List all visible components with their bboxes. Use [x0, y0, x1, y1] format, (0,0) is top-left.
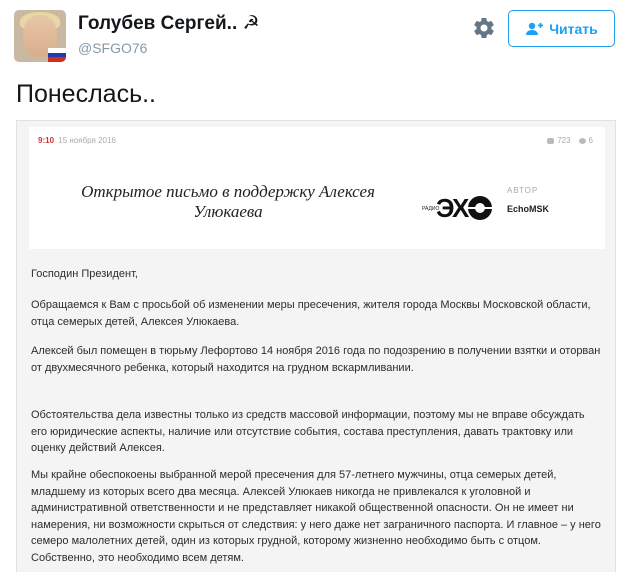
author-name[interactable]: EchoMSK: [507, 204, 549, 214]
russian-flag-icon: [48, 48, 66, 62]
svg-text:Х: Х: [452, 193, 470, 223]
gear-icon[interactable]: [472, 16, 496, 40]
letter-paragraph: Мы крайне обеспокоены выбранной мерой пр…: [31, 469, 601, 564]
views-count: 723: [547, 136, 571, 145]
views-icon: [547, 137, 555, 144]
echo-logo-icon: РАДИО Э Х: [422, 193, 492, 223]
article-title: Открытое письмо в поддержку Алексея Улюк…: [81, 182, 375, 221]
display-name[interactable]: Голубев Сергей.. ☭: [78, 12, 260, 35]
letter-paragraph: Господин Президент,: [31, 268, 138, 280]
comments-count: 6: [578, 136, 593, 145]
article-date: 15 ноября 2016: [58, 136, 116, 145]
article-meta: 9:10 15 ноября 2016: [38, 136, 116, 145]
article-stats: 723 6: [547, 136, 593, 145]
letter-paragraph: Обращаемся к Вам с просьбой об изменении…: [31, 299, 591, 328]
follow-button[interactable]: Читать: [508, 10, 615, 47]
tweet-header: Голубев Сергей.. ☭ @SFGO76 Читать: [0, 0, 620, 70]
comments-icon: [578, 137, 586, 144]
user-handle[interactable]: @SFGO76: [78, 40, 147, 56]
embedded-image[interactable]: 9:10 15 ноября 2016 723 6 Открытое письм…: [16, 120, 616, 572]
author-label: АВТОР: [507, 186, 539, 195]
follow-button-label: Читать: [549, 20, 598, 37]
avatar[interactable]: [14, 10, 66, 62]
tweet-text: Понеслась..: [16, 80, 156, 108]
person-add-icon: [526, 22, 544, 35]
letter-paragraph: Алексей был помещен в тюрьму Лефортово 1…: [31, 345, 601, 374]
letter-paragraph: Обстоятельства дела известны только из с…: [31, 409, 585, 454]
article-card: 9:10 15 ноября 2016 723 6 Открытое письм…: [29, 127, 605, 249]
article-author: АВТОР EchoMSK: [507, 186, 549, 214]
article-time: 9:10: [38, 136, 55, 145]
